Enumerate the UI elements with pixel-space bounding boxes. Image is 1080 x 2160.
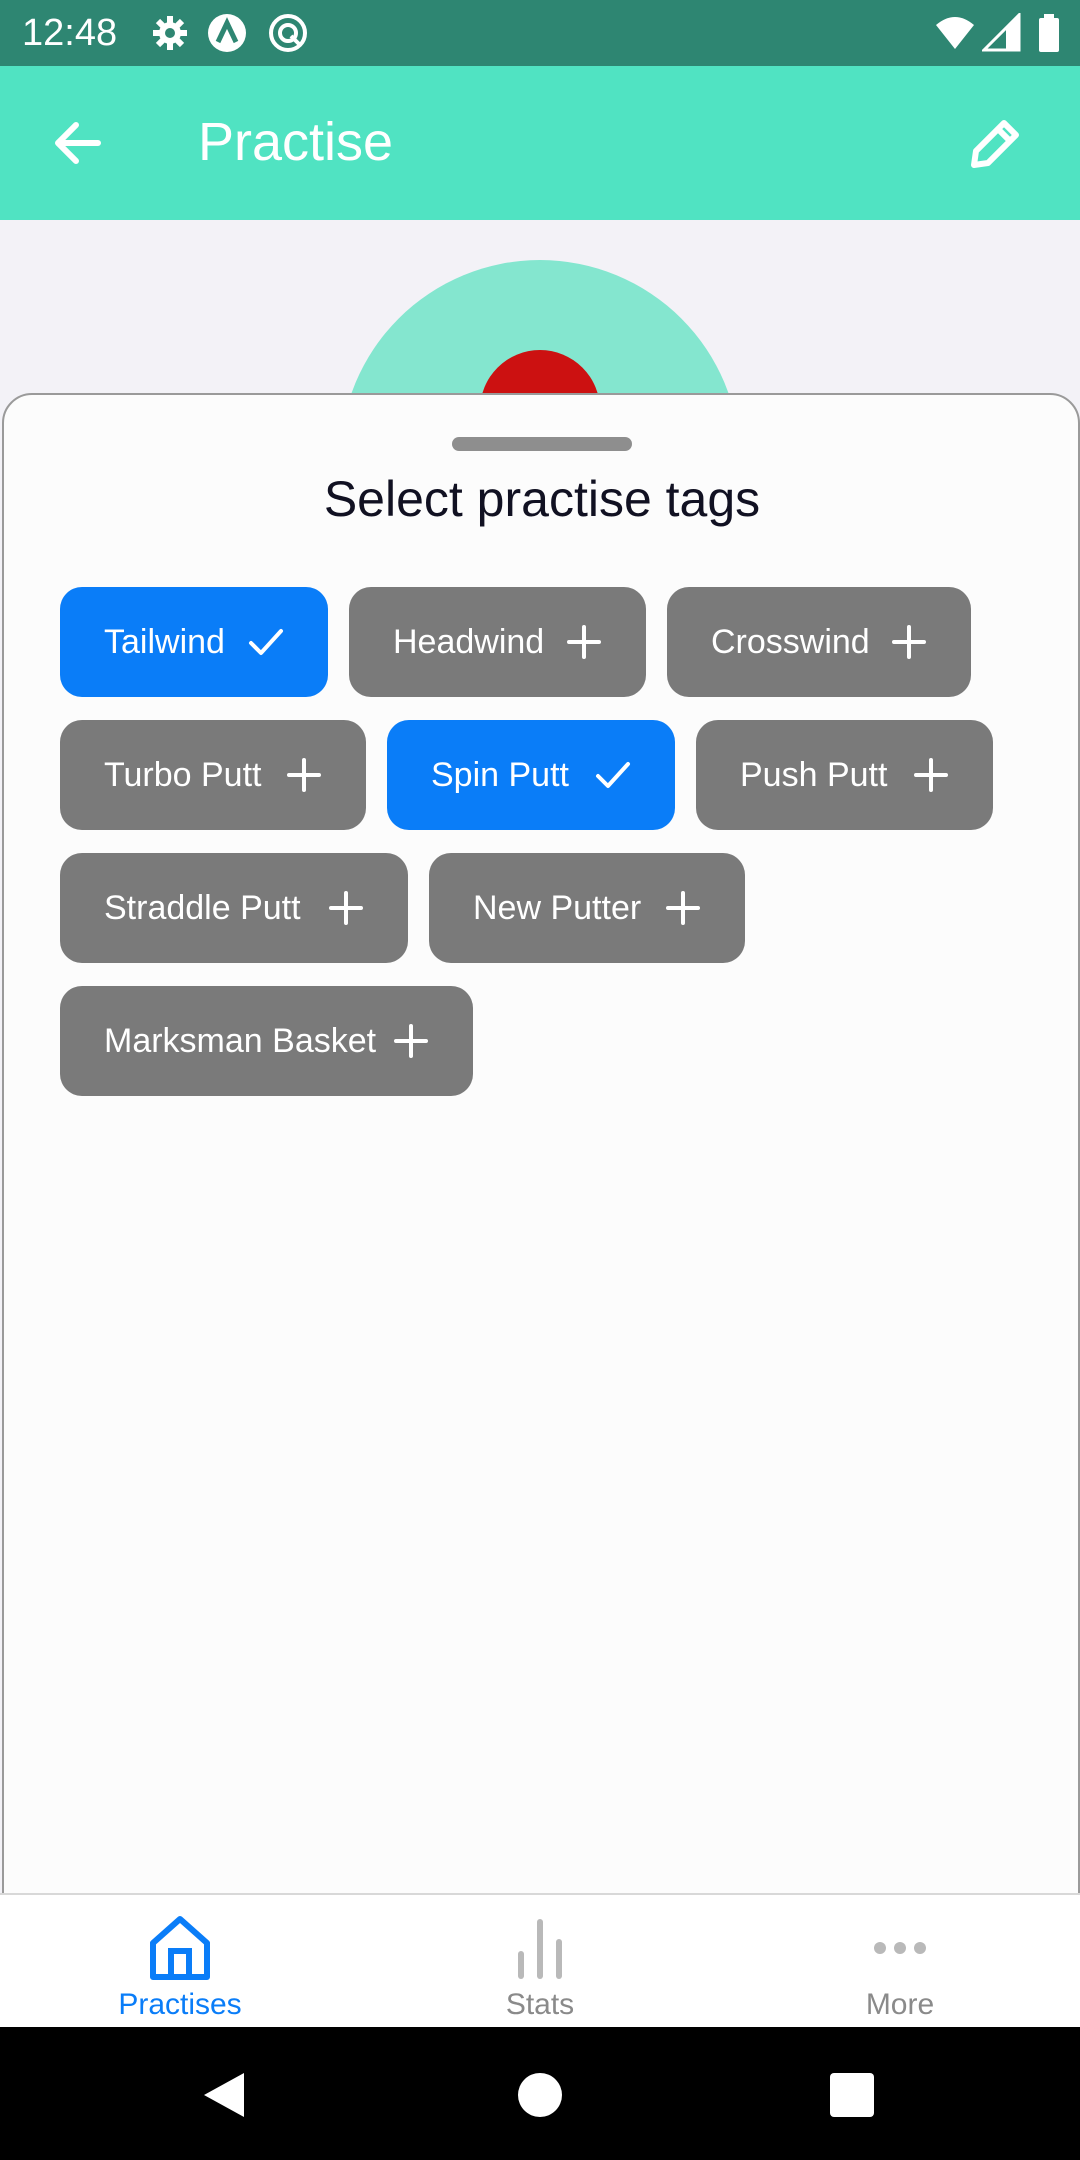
check-icon (596, 762, 630, 788)
check-icon (249, 629, 283, 655)
a-circle-icon (208, 14, 246, 52)
plus-icon (394, 1024, 428, 1058)
plus-icon (892, 625, 926, 659)
nav-item-practises[interactable]: Practises (0, 1895, 360, 2029)
gear-icon (153, 16, 187, 50)
tag-label: New Putter (473, 888, 642, 927)
bottom-navigation: Practises Stats More (0, 1893, 1080, 2029)
tag-label: Spin Putt (431, 755, 569, 794)
tag-chip-push-putt[interactable]: Push Putt (696, 720, 993, 830)
status-time: 12:48 (22, 12, 118, 54)
tag-chip-headwind[interactable]: Headwind (349, 587, 646, 697)
nav-label: Stats (505, 1988, 575, 2021)
home-icon (150, 1916, 210, 1980)
nav-item-stats[interactable]: Stats (360, 1895, 720, 2029)
tag-label: Straddle Putt (104, 888, 301, 927)
tag-chip-marksman-basket[interactable]: Marksman Basket (60, 986, 473, 1096)
tag-label: Turbo Putt (104, 755, 262, 794)
tag-label: Tailwind (104, 622, 225, 661)
tag-selection-sheet: Select practise tags Tailwind Headwind C… (2, 393, 1080, 1997)
tag-label: Marksman Basket (104, 1021, 377, 1060)
arrow-left-icon[interactable] (40, 103, 120, 183)
plus-icon (287, 758, 321, 792)
tag-chip-turbo-putt[interactable]: Turbo Putt (60, 720, 366, 830)
bar-chart-icon (518, 1919, 562, 1979)
tag-chip-new-putter[interactable]: New Putter (429, 853, 745, 963)
nav-label: More (865, 1988, 935, 2021)
system-back-icon[interactable] (198, 2067, 254, 2123)
nav-item-more[interactable]: More (720, 1895, 1080, 2029)
sheet-drag-handle[interactable] (452, 437, 632, 451)
q-circle-icon (269, 14, 307, 52)
sheet-title: Select practise tags (323, 471, 761, 527)
system-navigation-bar (0, 2027, 1080, 2160)
tag-chip-tailwind[interactable]: Tailwind (60, 587, 328, 697)
status-bar: 12:48 (0, 0, 1080, 66)
tag-chip-crosswind[interactable]: Crosswind (667, 587, 971, 697)
plus-icon (567, 625, 601, 659)
tag-label: Headwind (393, 622, 545, 661)
battery-icon (1039, 14, 1059, 52)
page-title: Practise (198, 112, 394, 172)
plus-icon (329, 891, 363, 925)
tag-chip-straddle-putt[interactable]: Straddle Putt (60, 853, 408, 963)
more-dots-icon (874, 1942, 926, 1954)
system-recents-icon[interactable] (824, 2067, 880, 2123)
tag-label: Push Putt (740, 755, 888, 794)
practise-target-graphic (0, 220, 1080, 420)
wifi-icon (936, 17, 974, 49)
tag-chip-spin-putt[interactable]: Spin Putt (387, 720, 675, 830)
tag-label: Crosswind (711, 622, 870, 661)
plus-icon (914, 758, 948, 792)
pencil-icon[interactable] (954, 103, 1034, 183)
signal-icon (982, 13, 1021, 52)
app-bar: Practise (0, 66, 1080, 220)
plus-icon (666, 891, 700, 925)
system-home-icon[interactable] (512, 2067, 568, 2123)
nav-label: Practises (118, 1988, 242, 2021)
